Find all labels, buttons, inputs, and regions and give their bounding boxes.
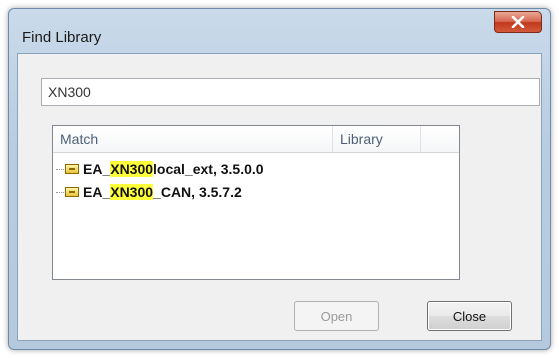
match-prefix: EA_ bbox=[83, 161, 111, 177]
find-library-dialog: Find Library Match Library EA_XN300local… bbox=[8, 8, 551, 350]
window-close-button[interactable] bbox=[494, 11, 542, 33]
tree-connector bbox=[56, 191, 64, 193]
open-button[interactable]: Open bbox=[294, 301, 379, 331]
match-suffix: local_ext, 3.5.0.0 bbox=[153, 161, 264, 177]
match-highlight: XN300 bbox=[110, 184, 154, 200]
column-header-match[interactable]: Match bbox=[53, 126, 333, 152]
library-icon bbox=[65, 187, 79, 197]
match-suffix: _CAN, 3.5.7.2 bbox=[153, 184, 242, 200]
tree-connector bbox=[56, 168, 64, 170]
dialog-title: Find Library bbox=[22, 29, 102, 46]
list-item[interactable]: EA_ XN300 _CAN, 3.5.7.2 bbox=[53, 181, 459, 203]
list-header: Match Library bbox=[53, 126, 459, 153]
search-input[interactable] bbox=[41, 78, 540, 106]
column-header-library[interactable]: Library bbox=[333, 126, 421, 152]
library-icon bbox=[65, 164, 79, 174]
dialog-body: Match Library EA_XN300local_ext, 3.5.0.0… bbox=[17, 53, 542, 341]
match-prefix: EA_ bbox=[83, 184, 111, 200]
close-x-icon bbox=[511, 16, 525, 28]
match-list[interactable]: Match Library EA_ XN300 local_ext, 3.5.0.0… bbox=[52, 125, 460, 280]
column-header-filler bbox=[421, 126, 459, 152]
list-item[interactable]: EA_ XN300 local_ext, 3.5.0.0 bbox=[53, 158, 459, 180]
title-bar[interactable]: Find Library bbox=[9, 9, 550, 53]
close-button[interactable]: Close bbox=[427, 301, 512, 331]
match-highlight: XN300 bbox=[110, 161, 154, 177]
